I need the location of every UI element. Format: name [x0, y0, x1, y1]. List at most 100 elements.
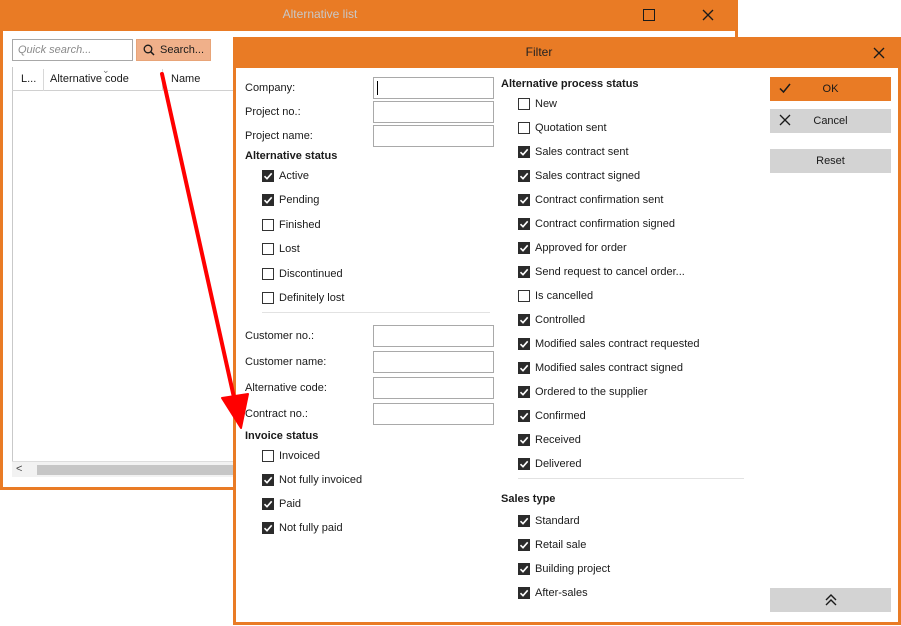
checkbox-row-controlled[interactable]: Controlled	[518, 312, 585, 328]
checked-checkbox[interactable]	[518, 170, 530, 182]
checkbox-row-quotation-sent[interactable]: Quotation sent	[518, 120, 607, 136]
checked-checkbox[interactable]	[518, 266, 530, 278]
checkbox-row-is-cancelled[interactable]: Is cancelled	[518, 288, 593, 304]
checkbox-row-new[interactable]: New	[518, 96, 557, 112]
maximize-icon[interactable]	[638, 5, 660, 25]
checkbox-row-pending[interactable]: Pending	[262, 192, 319, 208]
column-separator[interactable]	[43, 69, 44, 91]
unchecked-checkbox[interactable]	[262, 218, 274, 231]
checkbox-row-invoiced[interactable]: Invoiced	[262, 448, 320, 464]
checked-checkbox[interactable]	[518, 362, 530, 374]
checkbox-label: Paid	[279, 498, 302, 510]
checkbox-label: Sales contract sent	[535, 146, 629, 158]
unchecked-checkbox[interactable]	[262, 267, 274, 280]
checkbox-row-finished[interactable]: Finished	[262, 217, 321, 233]
checked-checkbox[interactable]	[518, 314, 530, 326]
checked-checkbox[interactable]	[262, 474, 274, 486]
checked-checkbox[interactable]	[518, 242, 530, 254]
cancel-button[interactable]: Cancel	[770, 109, 891, 133]
checkbox-row-modified-sales-contract-signed[interactable]: Modified sales contract signed	[518, 360, 683, 376]
customer-name-field[interactable]	[373, 351, 494, 373]
unchecked-checkbox[interactable]	[518, 98, 530, 110]
checkbox-row-paid[interactable]: Paid	[262, 496, 301, 512]
search-button[interactable]: Search...	[136, 39, 211, 61]
checkbox-row-definitely-lost[interactable]: Definitely lost	[262, 290, 344, 306]
checkbox-row-discontinued[interactable]: Discontinued	[262, 266, 343, 282]
checked-checkbox[interactable]	[518, 218, 530, 230]
close-icon[interactable]	[869, 43, 889, 63]
checkbox-row-not-fully-paid[interactable]: Not fully paid	[262, 520, 343, 536]
alternative-list-titlebar[interactable]: Alternative list	[0, 0, 738, 31]
column-separator[interactable]	[162, 69, 163, 91]
checkbox-row-building-project[interactable]: Building project	[518, 561, 610, 577]
checked-checkbox[interactable]	[262, 522, 274, 534]
checked-checkbox[interactable]	[518, 194, 530, 206]
checkmark-icon	[263, 524, 273, 532]
unchecked-checkbox[interactable]	[518, 290, 530, 302]
checkbox-row-contract-confirmation-signed[interactable]: Contract confirmation signed	[518, 216, 675, 232]
unchecked-checkbox[interactable]	[262, 450, 274, 462]
collapse-button[interactable]	[770, 588, 891, 612]
column-header-name[interactable]: Name	[171, 73, 200, 85]
filter-titlebar[interactable]: Filter	[233, 37, 901, 68]
checkbox-row-retail-sale[interactable]: Retail sale	[518, 537, 586, 553]
checkbox-label: Modified sales contract signed	[535, 362, 683, 374]
invoice-status-header: Invoice status	[245, 430, 319, 442]
project-name-field[interactable]	[373, 125, 494, 147]
checkbox-row-after-sales[interactable]: After-sales	[518, 585, 588, 601]
checked-checkbox[interactable]	[518, 434, 530, 446]
column-header-l[interactable]: L...	[21, 73, 36, 85]
checkbox-row-sales-contract-sent[interactable]: Sales contract sent	[518, 144, 629, 160]
checkbox-row-active[interactable]: Active	[262, 168, 309, 184]
checked-checkbox[interactable]	[262, 498, 274, 510]
checked-checkbox[interactable]	[518, 539, 530, 551]
checkbox-row-send-request-to-cancel-order[interactable]: Send request to cancel order...	[518, 264, 685, 280]
checked-checkbox[interactable]	[518, 458, 530, 470]
alternative-code-label: Alternative code:	[245, 382, 327, 394]
close-icon[interactable]	[697, 5, 719, 25]
checkbox-row-ordered-to-the-supplier[interactable]: Ordered to the supplier	[518, 384, 648, 400]
project-no-field[interactable]	[373, 101, 494, 123]
reset-button-label: Reset	[816, 155, 845, 167]
checkbox-label: Pending	[279, 194, 320, 207]
checkbox-row-not-fully-invoiced[interactable]: Not fully invoiced	[262, 472, 362, 488]
scroll-left-icon[interactable]: <	[16, 463, 22, 475]
checkbox-label: Sales contract signed	[535, 170, 641, 182]
contract-no-field[interactable]	[373, 403, 494, 425]
checkbox-row-standard[interactable]: Standard	[518, 513, 580, 529]
ok-button[interactable]: OK	[770, 77, 891, 101]
checked-checkbox[interactable]	[518, 563, 530, 575]
checkbox-row-delivered[interactable]: Delivered	[518, 456, 581, 472]
checked-checkbox[interactable]	[518, 587, 530, 599]
checked-checkbox[interactable]	[518, 515, 530, 527]
checked-checkbox[interactable]	[262, 170, 274, 182]
unchecked-checkbox[interactable]	[262, 243, 274, 256]
checkbox-row-contract-confirmation-sent[interactable]: Contract confirmation sent	[518, 192, 663, 208]
checkbox-row-confirmed[interactable]: Confirmed	[518, 408, 586, 424]
checkbox-row-received[interactable]: Received	[518, 432, 581, 448]
company-field[interactable]	[373, 77, 494, 99]
checked-checkbox[interactable]	[262, 194, 274, 207]
checked-checkbox[interactable]	[518, 146, 530, 158]
horizontal-scrollbar[interactable]: <	[12, 461, 252, 477]
checked-checkbox[interactable]	[518, 386, 530, 398]
scrollbar-thumb[interactable]	[37, 465, 252, 475]
unchecked-checkbox[interactable]	[262, 292, 274, 304]
quick-search-input[interactable]: Quick search...	[12, 39, 133, 61]
checkbox-label: Send request to cancel order...	[535, 266, 685, 278]
customer-no-field[interactable]	[373, 325, 494, 347]
column-header-alternative-code[interactable]: Alternative code	[50, 73, 129, 85]
checkbox-row-modified-sales-contract-requested[interactable]: Modified sales contract requested	[518, 336, 699, 352]
checkbox-row-lost[interactable]: Lost	[262, 241, 300, 257]
checkbox-label: Modified sales contract requested	[535, 338, 700, 350]
checkmark-icon	[519, 316, 529, 324]
checkbox-row-approved-for-order[interactable]: Approved for order	[518, 240, 627, 256]
checkbox-label: Controlled	[535, 314, 586, 326]
unchecked-checkbox[interactable]	[518, 122, 530, 134]
checkmark-icon	[519, 220, 529, 228]
alternative-code-field[interactable]	[373, 377, 494, 399]
reset-button[interactable]: Reset	[770, 149, 891, 173]
checked-checkbox[interactable]	[518, 410, 530, 422]
checked-checkbox[interactable]	[518, 338, 530, 350]
checkbox-row-sales-contract-signed[interactable]: Sales contract signed	[518, 168, 640, 184]
